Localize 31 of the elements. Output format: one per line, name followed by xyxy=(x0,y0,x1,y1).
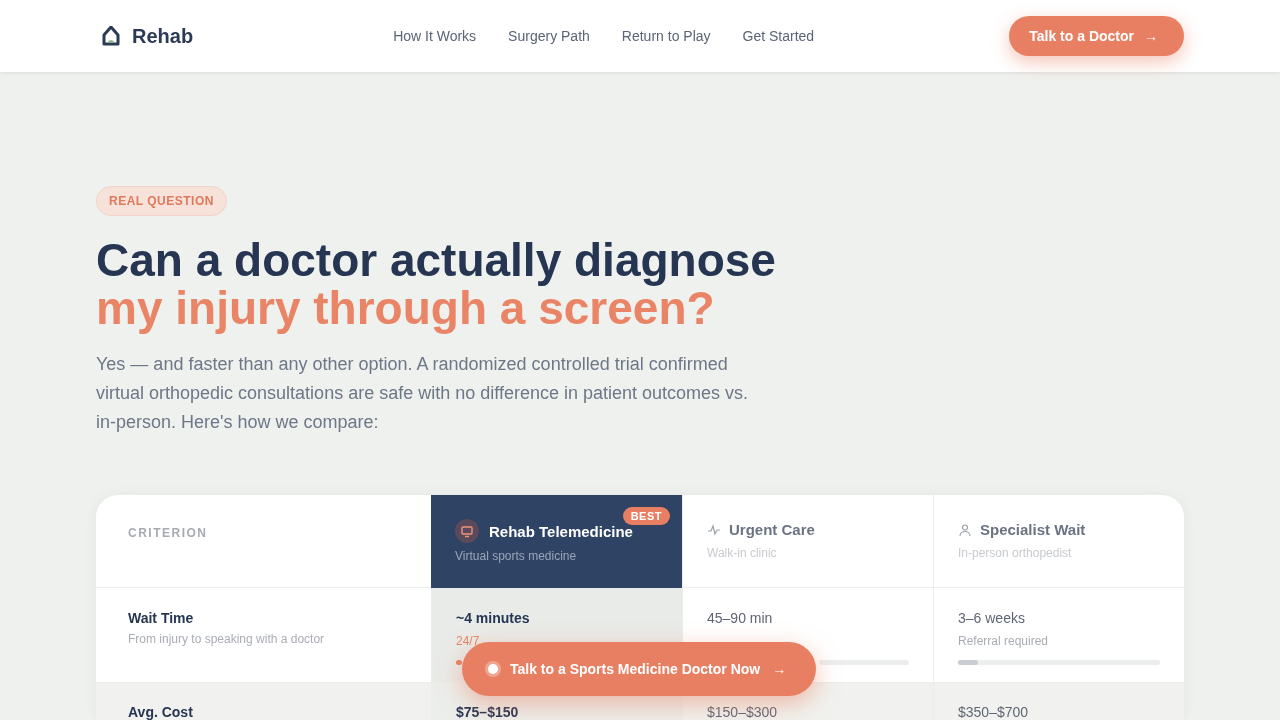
row-hint: From injury to speaking with a doctor xyxy=(128,632,326,646)
column-title: Specialist Wait xyxy=(980,521,1086,538)
cell-value: $75–$150 xyxy=(456,704,520,720)
cell-value: ~4 minutes xyxy=(456,610,531,626)
cell-value: 45–90 min xyxy=(707,610,774,626)
nav-link[interactable]: Return to Play xyxy=(621,28,711,44)
column-subtitle: Virtual sports medicine xyxy=(455,549,578,563)
cell-note: Referral required xyxy=(958,634,1050,648)
cell-value: 3–6 weeks xyxy=(958,610,1026,626)
nav-link[interactable]: Surgery Path xyxy=(508,28,590,44)
eyebrow-badge: REAL QUESTION xyxy=(96,186,227,216)
nav-link[interactable]: How It Works xyxy=(393,28,477,44)
column-title: Rehab Telemedicine xyxy=(489,522,633,540)
logo-icon xyxy=(102,26,120,46)
row-label: Wait Time xyxy=(128,610,195,626)
nav-link[interactable]: Get Started xyxy=(742,28,815,44)
brand-name: Rehab xyxy=(132,24,194,48)
headline: Can a doctor actually diagnose xyxy=(96,236,777,284)
best-badge: BEST xyxy=(622,507,670,525)
level-track xyxy=(456,660,462,665)
column-subtitle: Walk-in clinic xyxy=(707,546,778,560)
person-icon xyxy=(958,522,972,537)
lead-paragraph: Yes — and faster than any other option. A randomized controlled trial confirmed virtual orthopedic consultations are safe with no difference in patient outcomes vs. in-person. Here's how we compare: xyxy=(96,353,750,434)
pulse-icon xyxy=(707,522,721,537)
column-title: Urgent Care xyxy=(729,521,815,538)
column-heading: CRITERION xyxy=(128,526,208,540)
cell-value: $150–$300 xyxy=(707,704,779,720)
column-subtitle: In-person orthopedist xyxy=(958,546,1073,560)
monitor-icon xyxy=(455,519,479,543)
cell-value: $350–$700 xyxy=(958,704,1030,720)
row-label: Avg. Cost xyxy=(128,704,194,720)
